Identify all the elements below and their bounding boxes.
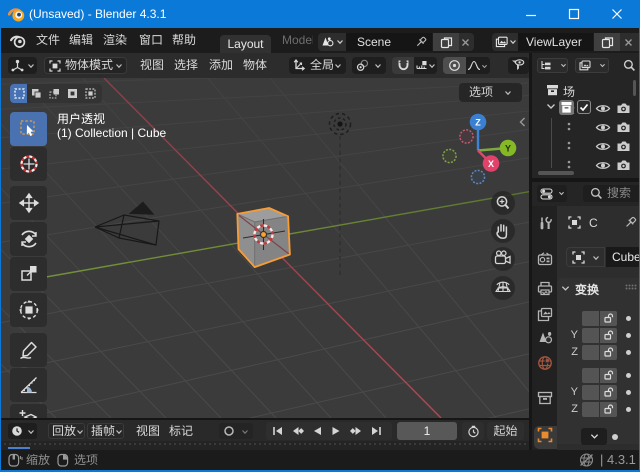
svg-text:X: X <box>488 159 494 169</box>
svg-text:Y: Y <box>505 144 511 154</box>
svg-text:Z: Z <box>475 118 481 128</box>
